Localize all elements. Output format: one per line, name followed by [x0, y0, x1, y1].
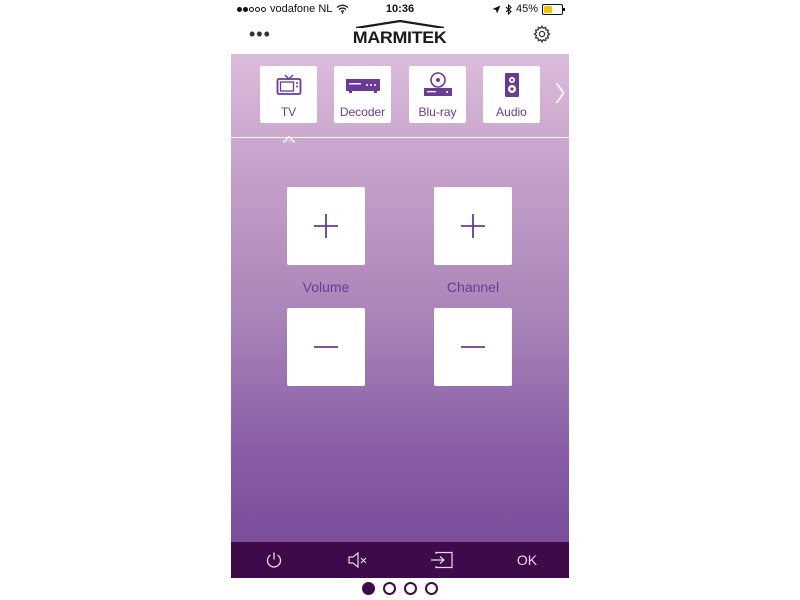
device-tab-bluray[interactable]: Blu-ray: [409, 66, 466, 123]
device-tab-audio[interactable]: Audio: [483, 66, 540, 123]
bottom-toolbar: OK: [231, 542, 569, 578]
power-icon: [266, 552, 282, 568]
battery-fill: [544, 5, 552, 13]
device-tab-tv[interactable]: TV: [260, 66, 317, 123]
device-label: Decoder: [339, 105, 386, 119]
chevron-right-icon[interactable]: [555, 82, 565, 109]
mute-button[interactable]: [343, 542, 373, 578]
channel-label: Channel: [446, 279, 500, 295]
channel-up-button[interactable]: [434, 187, 512, 265]
logo-text: MARMITEK: [353, 28, 447, 47]
device-label: TV: [280, 105, 297, 119]
status-bar: vodafone NL 10:36 45%: [231, 0, 569, 18]
page-dot-1[interactable]: [362, 582, 375, 595]
volume-label: Volume: [302, 279, 350, 295]
device-label: Audio: [496, 105, 527, 119]
plus-icon: [314, 214, 338, 238]
minus-icon: [314, 346, 338, 348]
input-source-button[interactable]: [427, 542, 457, 578]
minus-icon: [461, 346, 485, 348]
app-header: ••• MARMITEK: [231, 18, 569, 54]
volume-up-button[interactable]: [287, 187, 365, 265]
selected-caret-icon: [282, 130, 296, 148]
device-label: Blu-ray: [418, 105, 457, 119]
device-tab-decoder[interactable]: Decoder: [334, 66, 391, 123]
location-arrow-icon: [492, 5, 501, 13]
decoder-icon: [345, 72, 381, 98]
ok-button[interactable]: OK: [509, 542, 545, 578]
battery-percent: 45%: [515, 3, 538, 15]
page-dot-4[interactable]: [425, 582, 438, 595]
logo-roof-icon: [355, 20, 445, 28]
page-indicator: [231, 582, 569, 596]
remote-panel: TV Decoder Blu-ray Audio Volume Channel: [231, 54, 569, 542]
page-dot-2[interactable]: [383, 582, 396, 595]
status-right: 45%: [492, 3, 565, 15]
phone-screen: vodafone NL 10:36 45% ••• MARMITEK TV De…: [231, 0, 569, 600]
speaker-icon: [504, 72, 520, 98]
ok-label: OK: [516, 552, 538, 568]
page-dot-3[interactable]: [404, 582, 417, 595]
power-button[interactable]: [259, 542, 289, 578]
battery-icon: [542, 3, 565, 15]
brand-logo: MARMITEK: [231, 20, 569, 48]
volume-down-button[interactable]: [287, 308, 365, 386]
input-icon: [431, 551, 453, 569]
channel-down-button[interactable]: [434, 308, 512, 386]
tv-icon: [276, 72, 302, 98]
plus-icon: [461, 214, 485, 238]
bluray-icon: [423, 72, 453, 98]
device-selector: TV Decoder Blu-ray Audio: [231, 54, 569, 138]
gear-icon[interactable]: [533, 25, 551, 48]
selector-divider: [231, 137, 569, 138]
mute-icon: [348, 551, 367, 569]
bluetooth-icon: [505, 3, 512, 15]
